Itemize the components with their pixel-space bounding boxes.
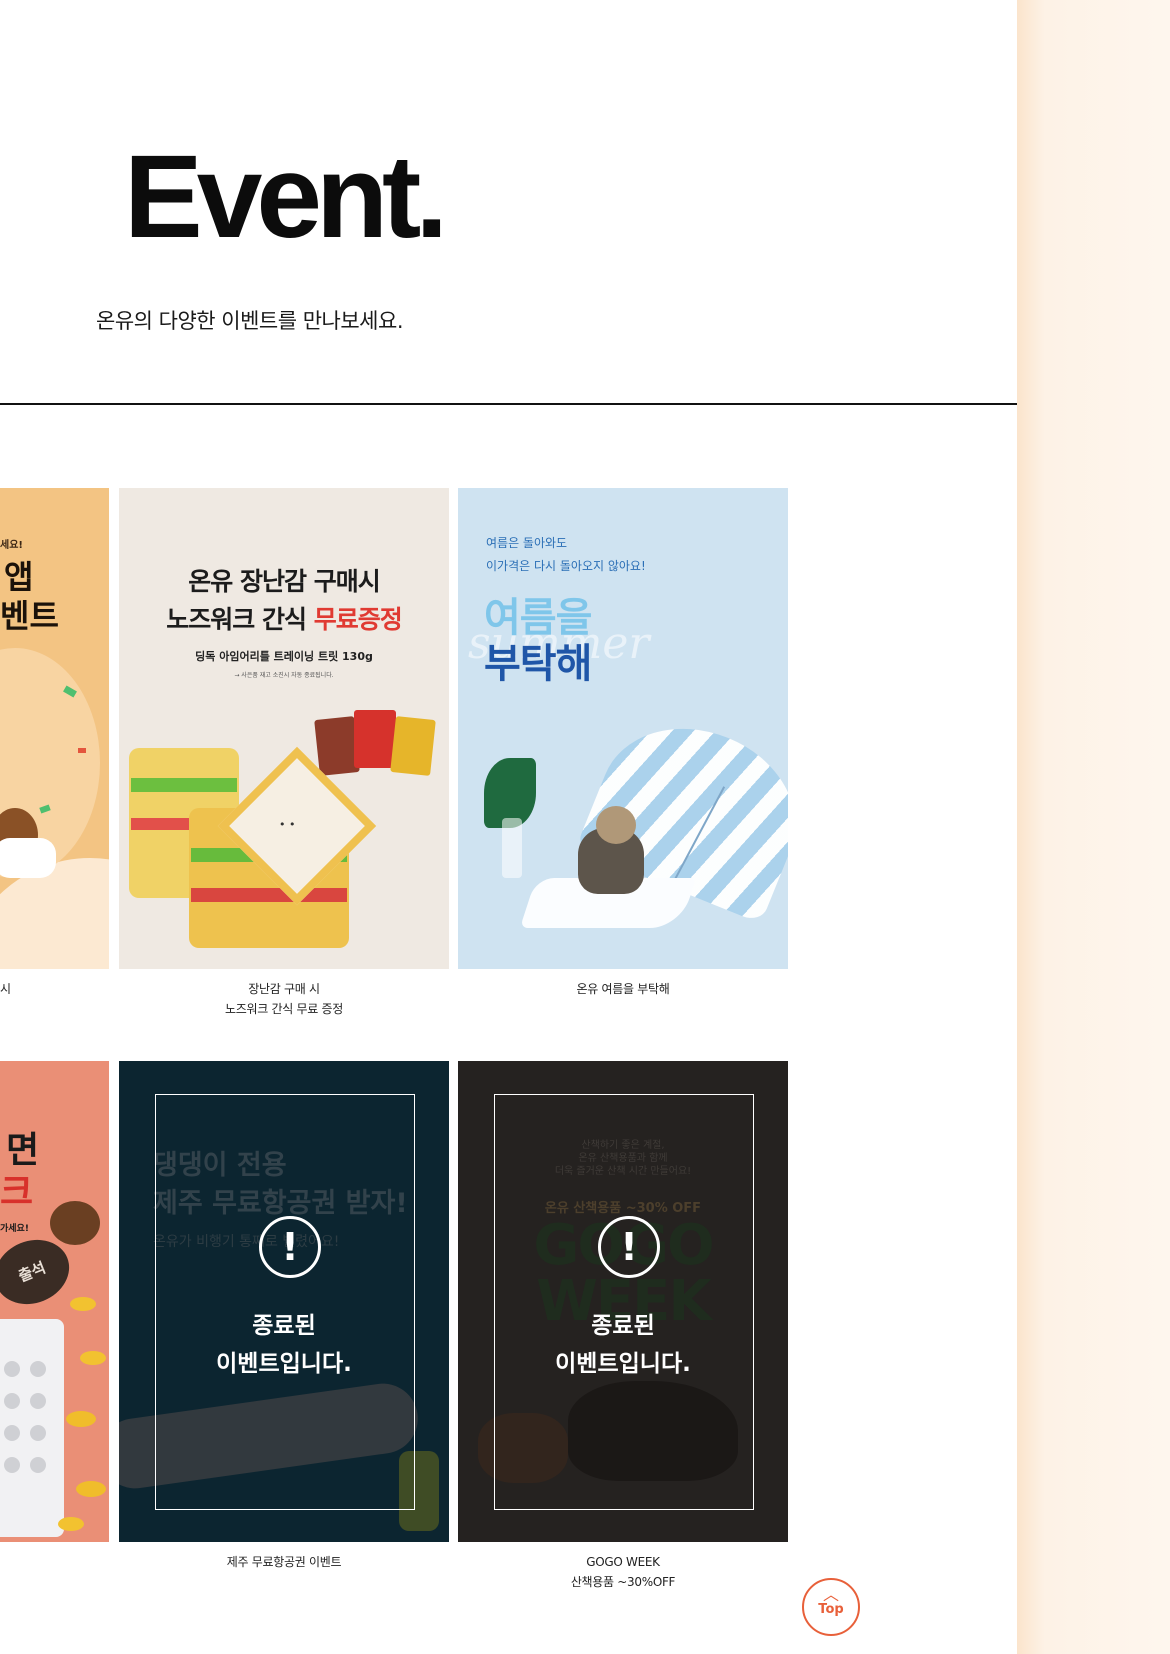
attendance-dot	[4, 1361, 20, 1377]
event-card-partial-attendance[interactable]: 면 크 가세요! 출석	[0, 1061, 109, 1542]
banner-headline-2: 벤트	[0, 597, 59, 635]
event-page: Event. 온유의 다양한 이벤트를 만나보세요. 세요! 앱 벤트 시 온유…	[0, 0, 1017, 1654]
attendance-dot	[4, 1457, 20, 1473]
banner-small-text: 가세요!	[0, 1224, 29, 1234]
bear-clothes	[0, 838, 56, 878]
header-divider	[0, 403, 1017, 405]
page-title: Event.	[124, 131, 448, 263]
caption-line-2: 산책용품 ~30%OFF	[570, 1575, 676, 1589]
event-card-gogo-week[interactable]: 산책하기 좋은 계절, 온유 산책용품과 함께 더욱 즐거운 산책 시간 만들어…	[458, 1061, 788, 1542]
ended-message: 종료된 이벤트입니다.	[458, 1307, 788, 1383]
toy-headline-2b: 무료증정	[313, 605, 403, 634]
exclamation-icon: !	[598, 1216, 660, 1278]
coin-icon	[66, 1411, 96, 1427]
glass-vase	[502, 818, 522, 878]
ended-frame	[494, 1094, 754, 1510]
event-caption: 온유 여름을 부탁해	[458, 979, 788, 999]
summer-tagline-2: 이가격은 다시 돌아오지 않아요!	[486, 559, 646, 573]
stamp-handle	[50, 1201, 100, 1245]
summer-title-2: 부탁해	[484, 641, 592, 687]
event-card-toy[interactable]: 온유 장난감 구매시 노즈워크 간식 무료증정 딩독 아임어리틀 트레이닝 트릿…	[119, 488, 449, 969]
event-caption: 제주 무료항공권 이벤트	[119, 1552, 449, 1572]
caption-line-1: 제주 무료항공권 이벤트	[226, 1555, 342, 1569]
event-caption: GOGO WEEK 산책용품 ~30%OFF	[458, 1552, 788, 1592]
ended-line-2: 이벤트입니다.	[216, 1351, 352, 1377]
toy-fineprint: → 사은품 재고 소진시 자동 종료됩니다.	[234, 672, 334, 679]
sandwich-tomato	[191, 888, 347, 902]
toast-face-eyes: • •	[279, 818, 296, 831]
snack-bag-icon	[314, 716, 360, 776]
toy-product: 딩독 아임어리틀 트레이닝 트릿 130g	[195, 650, 373, 663]
attendance-dot	[30, 1361, 46, 1377]
scroll-top-button[interactable]: ︿ Top	[802, 1578, 860, 1636]
attendance-dot	[30, 1393, 46, 1409]
top-button-label: Top	[818, 1602, 844, 1617]
exclamation-icon: !	[259, 1216, 321, 1278]
snack-bag-icon	[390, 716, 436, 776]
event-caption: 장난감 구매 시 노즈워크 간식 무료 증정	[119, 979, 449, 1019]
summer-tagline-1: 여름은 돌아와도	[486, 536, 568, 550]
dog-head	[596, 806, 636, 844]
attendance-dot	[4, 1393, 20, 1409]
ended-line-1: 종료된	[252, 1313, 316, 1339]
confetti-red	[78, 748, 86, 753]
toy-headline-2a: 노즈워크 간식	[166, 605, 314, 634]
caption-text: 시	[0, 982, 11, 996]
event-caption: 시	[0, 979, 14, 999]
caption-line-1: GOGO WEEK	[586, 1555, 660, 1569]
side-panel	[1017, 0, 1170, 1654]
coin-icon	[76, 1481, 106, 1497]
snack-bag-icon	[354, 710, 396, 768]
caption-line-1: 온유 여름을 부탁해	[576, 982, 670, 996]
coin-icon	[80, 1351, 106, 1365]
sandwich-lettuce	[131, 778, 237, 792]
chevron-up-icon: ︿	[822, 1585, 839, 1604]
ended-line-2: 이벤트입니다.	[555, 1351, 691, 1377]
coin-icon	[58, 1517, 84, 1531]
page-subtitle: 온유의 다양한 이벤트를 만나보세요.	[96, 309, 404, 333]
caption-line-1: 장난감 구매 시	[248, 982, 320, 996]
banner-headline-2: 크	[0, 1172, 34, 1213]
attendance-dot	[30, 1457, 46, 1473]
coin-icon	[70, 1297, 96, 1311]
event-card-summer[interactable]: 여름은 돌아와도 이가격은 다시 돌아오지 않아요! summer 여름을 부탁…	[458, 488, 788, 969]
attendance-dot	[4, 1425, 20, 1441]
ended-message: 종료된 이벤트입니다.	[119, 1307, 449, 1383]
banner-small-text: 세요!	[0, 540, 23, 551]
event-card-partial-app[interactable]: 세요! 앱 벤트	[0, 488, 109, 969]
caption-line-2: 노즈워크 간식 무료 증정	[225, 1002, 343, 1016]
ended-line-1: 종료된	[591, 1313, 655, 1339]
ended-frame	[155, 1094, 415, 1510]
event-card-jeju[interactable]: 댕댕이 전용 제주 무료항공권 받자! 온유가 비행기 통째로 빌렸어요! ! …	[119, 1061, 449, 1542]
toy-headline-2: 노즈워크 간식 무료증정	[119, 600, 449, 636]
toy-headline-1: 온유 장난감 구매시	[188, 567, 380, 596]
attendance-dot	[30, 1425, 46, 1441]
